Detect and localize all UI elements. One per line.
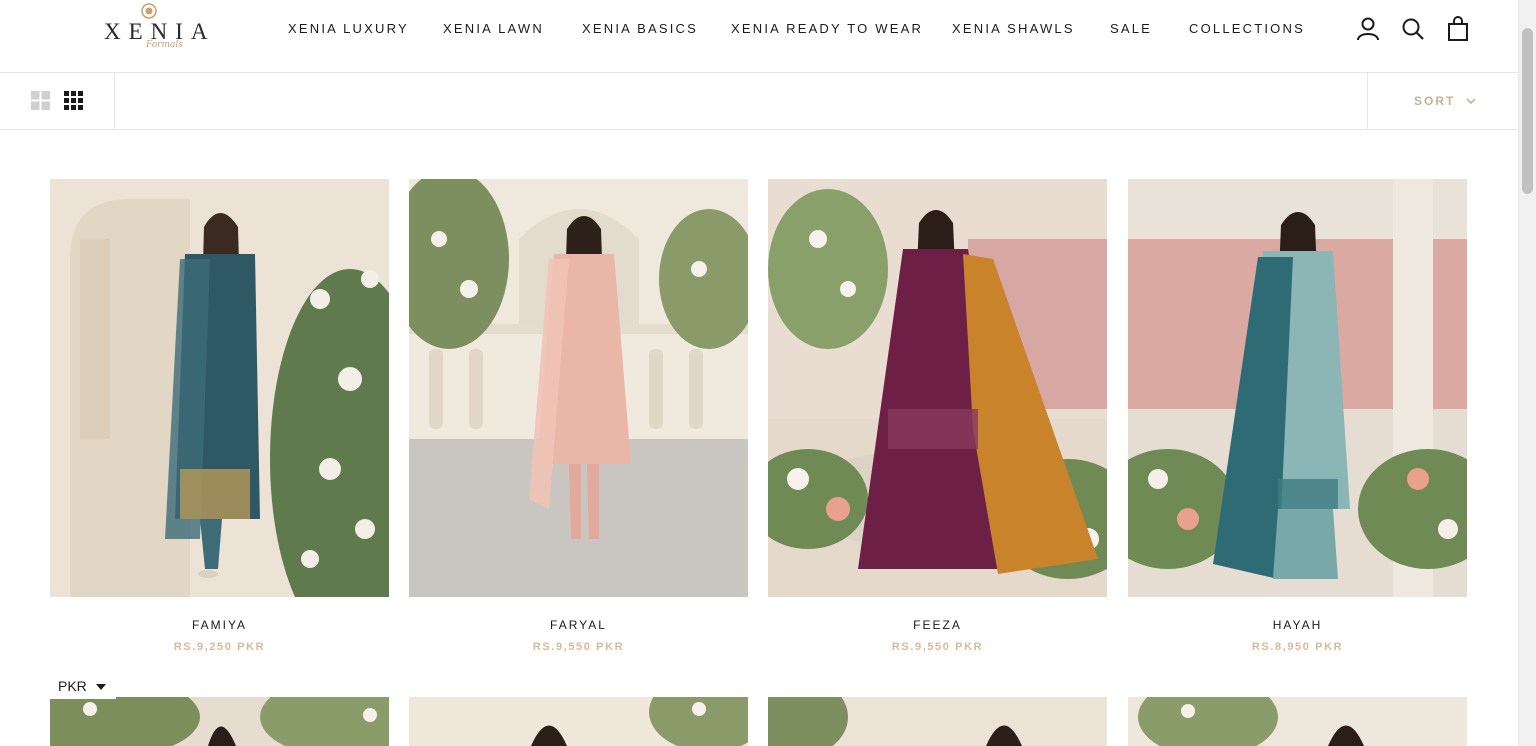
brand-script: Formals — [146, 40, 183, 50]
grid-2-icon[interactable] — [31, 91, 50, 110]
account-icon[interactable] — [1355, 16, 1381, 42]
caret-down-icon — [96, 684, 106, 690]
product-price: RS.9,550 PKR — [891, 641, 984, 653]
page-scrollbar[interactable] — [1518, 0, 1536, 746]
product-price: RS.9,550 PKR — [532, 641, 625, 653]
sort-button[interactable]: SORT — [1367, 73, 1518, 130]
product-title[interactable]: FARYAL — [409, 618, 748, 632]
nav-item-xenia-ready-to-wear[interactable]: XENIA READY TO WEAR — [731, 21, 923, 37]
layout-switch — [0, 73, 115, 130]
product-image[interactable] — [768, 697, 1107, 746]
nav-item-xenia-luxury[interactable]: XENIA LUXURY — [288, 21, 409, 37]
product-image[interactable] — [768, 179, 1107, 597]
product-image[interactable] — [1128, 179, 1467, 597]
product-image[interactable] — [50, 697, 389, 746]
nav-item-collections[interactable]: COLLECTIONS — [1189, 21, 1305, 37]
product-title[interactable]: HAYAH — [1128, 618, 1467, 632]
product-price: RS.8,950 PKR — [1251, 641, 1344, 653]
grid-4-icon[interactable] — [64, 91, 83, 110]
product-price: RS.9,250 PKR — [173, 641, 266, 653]
chevron-down-icon — [1466, 98, 1476, 105]
product-title[interactable]: FAMIYA — [50, 618, 389, 632]
currency-label: PKR — [58, 678, 87, 694]
product-image[interactable] — [1128, 697, 1467, 746]
nav-item-xenia-lawn[interactable]: XENIA LAWN — [443, 21, 544, 37]
product-image[interactable] — [409, 697, 748, 746]
scrollbar-thumb[interactable] — [1522, 28, 1533, 194]
product-image[interactable] — [409, 179, 748, 597]
nav-item-xenia-basics[interactable]: XENIA BASICS — [582, 21, 698, 37]
currency-selector[interactable]: PKR — [50, 673, 116, 699]
product-image[interactable] — [50, 179, 389, 597]
nav-item-sale[interactable]: SALE — [1110, 21, 1152, 37]
collection-toolbar: SORT — [0, 73, 1518, 130]
logo-emblem-icon — [141, 3, 157, 19]
product-title[interactable]: FEEZA — [768, 618, 1107, 632]
cart-icon[interactable] — [1445, 16, 1471, 42]
site-header: XENIA Formals XENIA LUXURY XENIA LAWN XE… — [0, 0, 1518, 73]
brand-logo[interactable]: XENIA Formals — [98, 2, 208, 56]
sort-label: SORT — [1414, 94, 1456, 108]
nav-item-xenia-shawls[interactable]: XENIA SHAWLS — [952, 21, 1075, 37]
search-icon[interactable] — [1400, 16, 1426, 42]
